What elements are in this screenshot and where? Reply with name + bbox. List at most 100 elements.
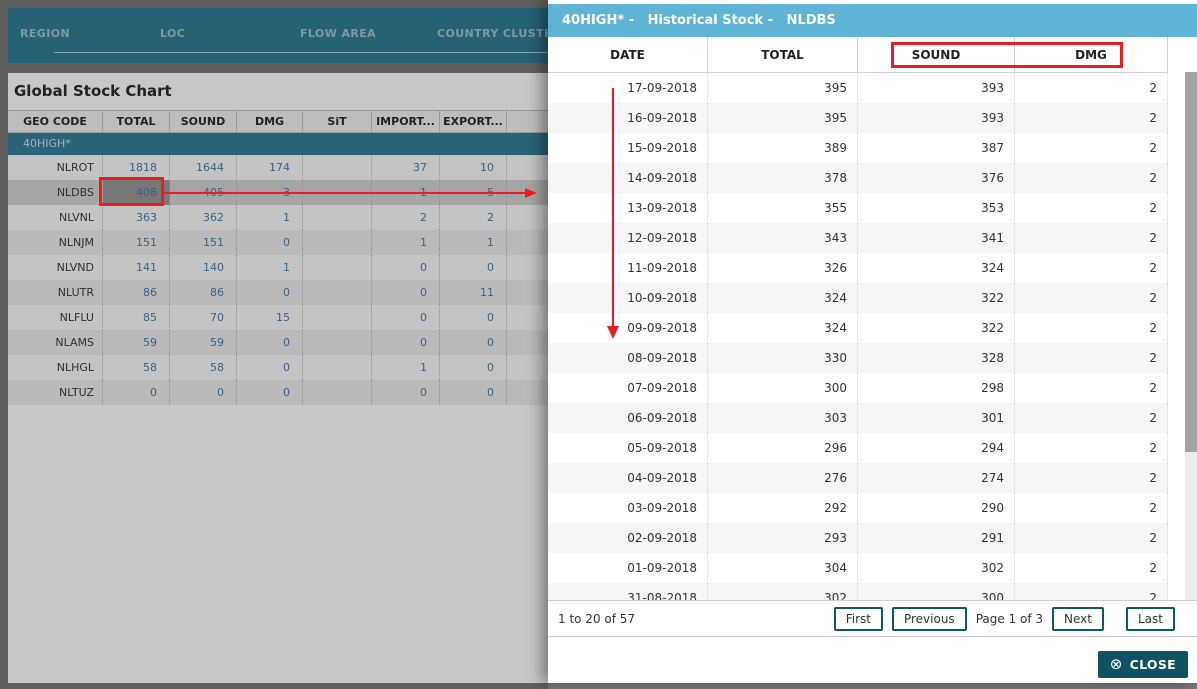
- value-cell: 293: [708, 523, 858, 553]
- value-cell: 298: [858, 373, 1015, 403]
- date-cell: 08-09-2018: [548, 343, 708, 373]
- value-cell: 378: [708, 163, 858, 193]
- date-cell: 11-09-2018: [548, 253, 708, 283]
- table-row: 07-09-2018 300 298 2: [548, 373, 1168, 403]
- value-cell: 302: [858, 553, 1015, 583]
- value-cell: 304: [708, 553, 858, 583]
- date-cell: 13-09-2018: [548, 193, 708, 223]
- value-cell: 393: [858, 73, 1015, 103]
- value-cell: 2: [1015, 493, 1168, 523]
- date-cell: 31-08-2018: [548, 583, 708, 600]
- value-cell: 290: [858, 493, 1015, 523]
- date-cell: 04-09-2018: [548, 463, 708, 493]
- table-row: 15-09-2018 389 387 2: [548, 133, 1168, 163]
- value-cell: 292: [708, 493, 858, 523]
- close-button[interactable]: ⊗ CLOSE: [1097, 651, 1188, 678]
- value-cell: 326: [708, 253, 858, 283]
- modal-scrollbar-thumb[interactable]: [1185, 72, 1197, 452]
- value-cell: 322: [858, 313, 1015, 343]
- value-cell: 2: [1015, 433, 1168, 463]
- table-row: 01-09-2018 304 302 2: [548, 553, 1168, 583]
- table-row: 06-09-2018 303 301 2: [548, 403, 1168, 433]
- value-cell: 376: [858, 163, 1015, 193]
- column-header[interactable]: SOUND: [858, 37, 1015, 72]
- date-cell: 02-09-2018: [548, 523, 708, 553]
- modal-scrollbar-track[interactable]: [1185, 72, 1197, 600]
- value-cell: 2: [1015, 583, 1168, 600]
- pagination-controls: First Previous Page 1 of 3 Next Last: [833, 606, 1175, 631]
- value-cell: 395: [708, 103, 858, 133]
- value-cell: 300: [708, 373, 858, 403]
- value-cell: 387: [858, 133, 1015, 163]
- value-cell: 2: [1015, 133, 1168, 163]
- value-cell: 322: [858, 283, 1015, 313]
- value-cell: 296: [708, 433, 858, 463]
- page-indicator: Page 1 of 3: [975, 611, 1044, 626]
- table-row: 12-09-2018 343 341 2: [548, 223, 1168, 253]
- value-cell: 2: [1015, 463, 1168, 493]
- date-cell: 01-09-2018: [548, 553, 708, 583]
- value-cell: 324: [708, 283, 858, 313]
- next-page-button[interactable]: Next: [1052, 606, 1104, 631]
- value-cell: 294: [858, 433, 1015, 463]
- value-cell: 2: [1015, 163, 1168, 193]
- historical-stock-modal: 40HIGH* - Historical Stock - NLDBS DATE T…: [548, 0, 1197, 683]
- date-cell: 15-09-2018: [548, 133, 708, 163]
- value-cell: 328: [858, 343, 1015, 373]
- date-cell: 10-09-2018: [548, 283, 708, 313]
- date-cell: 03-09-2018: [548, 493, 708, 523]
- value-cell: 2: [1015, 343, 1168, 373]
- first-page-button[interactable]: First: [833, 606, 883, 631]
- value-cell: 2: [1015, 193, 1168, 223]
- value-cell: 2: [1015, 283, 1168, 313]
- column-header[interactable]: DATE: [548, 37, 708, 72]
- table-row: 14-09-2018 378 376 2: [548, 163, 1168, 193]
- close-button-label: CLOSE: [1129, 657, 1176, 672]
- close-circle-icon: ⊗: [1109, 655, 1123, 673]
- value-cell: 330: [708, 343, 858, 373]
- previous-page-button[interactable]: Previous: [891, 606, 967, 631]
- modal-backdrop[interactable]: [0, 0, 548, 689]
- value-cell: 2: [1015, 223, 1168, 253]
- value-cell: 303: [708, 403, 858, 433]
- date-cell: 05-09-2018: [548, 433, 708, 463]
- table-row: 16-09-2018 395 393 2: [548, 103, 1168, 133]
- date-cell: 06-09-2018: [548, 403, 708, 433]
- date-cell: 17-09-2018: [548, 73, 708, 103]
- date-cell: 12-09-2018: [548, 223, 708, 253]
- last-page-button[interactable]: Last: [1126, 606, 1175, 631]
- table-row: 17-09-2018 395 393 2: [548, 73, 1168, 103]
- table-row: 11-09-2018 326 324 2: [548, 253, 1168, 283]
- pagination-bar: 1 to 20 of 57 First Previous Page 1 of 3…: [548, 600, 1197, 637]
- value-cell: 389: [708, 133, 858, 163]
- date-cell: 14-09-2018: [548, 163, 708, 193]
- table-row: 04-09-2018 276 274 2: [548, 463, 1168, 493]
- table-row: 31-08-2018 302 300 2: [548, 583, 1168, 600]
- table-row: 02-09-2018 293 291 2: [548, 523, 1168, 553]
- value-cell: 324: [858, 253, 1015, 283]
- value-cell: 2: [1015, 403, 1168, 433]
- pagination-summary: 1 to 20 of 57: [558, 611, 636, 626]
- table-row: 08-09-2018 330 328 2: [548, 343, 1168, 373]
- column-header[interactable]: TOTAL: [708, 37, 858, 72]
- date-cell: 07-09-2018: [548, 373, 708, 403]
- value-cell: 301: [858, 403, 1015, 433]
- date-cell: 16-09-2018: [548, 103, 708, 133]
- modal-table-body: 17-09-2018 395 393 2 16-09-2018 395 393 2 15-09-…: [548, 73, 1168, 600]
- modal-title-bar: 40HIGH* - Historical Stock - NLDBS: [548, 4, 1197, 37]
- value-cell: 343: [708, 223, 858, 253]
- modal-table-header-row: DATE TOTAL SOUND DMG: [548, 37, 1168, 73]
- value-cell: 2: [1015, 103, 1168, 133]
- table-row: 09-09-2018 324 322 2: [548, 313, 1168, 343]
- value-cell: 393: [858, 103, 1015, 133]
- value-cell: 2: [1015, 553, 1168, 583]
- column-header[interactable]: DMG: [1015, 37, 1168, 72]
- value-cell: 276: [708, 463, 858, 493]
- value-cell: 291: [858, 523, 1015, 553]
- table-row: 10-09-2018 324 322 2: [548, 283, 1168, 313]
- value-cell: 2: [1015, 73, 1168, 103]
- value-cell: 2: [1015, 253, 1168, 283]
- value-cell: 324: [708, 313, 858, 343]
- value-cell: 341: [858, 223, 1015, 253]
- value-cell: 355: [708, 193, 858, 223]
